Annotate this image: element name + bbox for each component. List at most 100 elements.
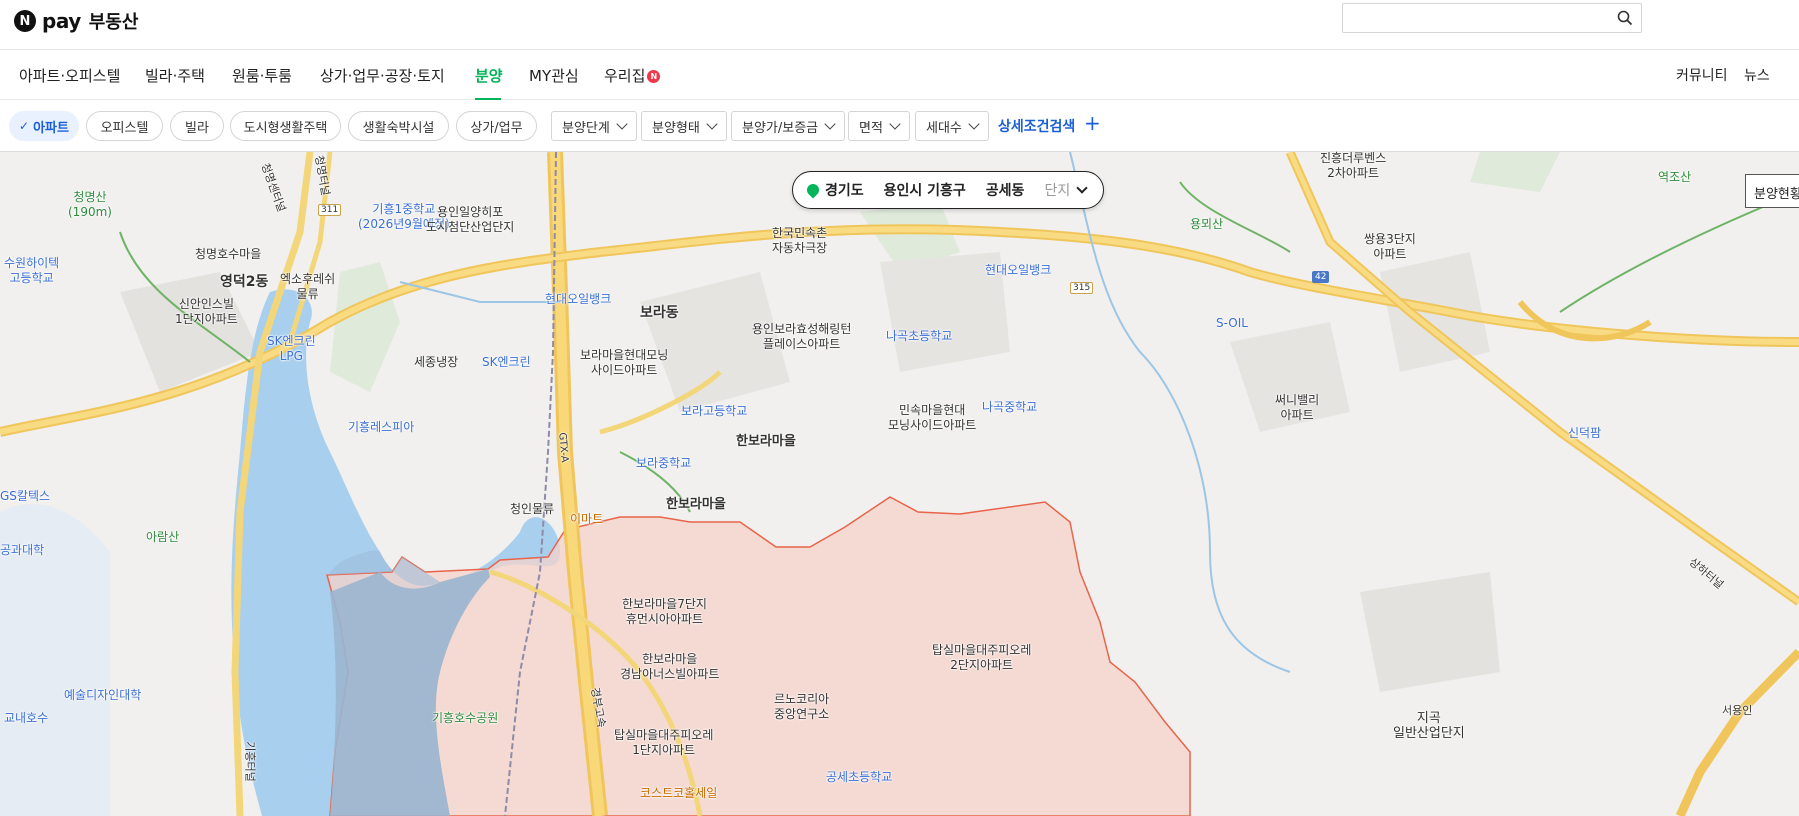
- map-label-interchange[interactable]: 서용인: [1722, 703, 1752, 718]
- chevron-down-icon: [706, 118, 718, 130]
- naver-n-icon: N: [14, 10, 36, 32]
- map-label-school[interactable]: 보라중학교: [636, 456, 691, 471]
- map-label-apartment[interactable]: 쌍용3단지 아파트: [1364, 232, 1416, 262]
- map-label-apartment[interactable]: 민속마을현대 모닝사이드아파트: [888, 403, 976, 433]
- map-label-apartment[interactable]: 써니밸리 아파트: [1275, 393, 1319, 423]
- map-label-school[interactable]: 예술디자인대학: [64, 688, 141, 703]
- nav-item-my-interest[interactable]: MY관심: [529, 65, 579, 86]
- location-dong[interactable]: 공세동: [986, 180, 1025, 200]
- map-label-village[interactable]: 한보라마을: [666, 497, 726, 512]
- main-nav: 아파트·오피스텔 빌라·주택 원룸·투룸 상가·업무·공장·토지 분양 MY관심…: [0, 50, 1799, 101]
- map-label-farm[interactable]: 신덕팜: [1568, 426, 1601, 441]
- dropdown-price[interactable]: 분양가/보증금: [731, 111, 846, 141]
- map-label-apartment[interactable]: 보라마을현대모닝 사이드아파트: [580, 348, 668, 378]
- map-label-peak[interactable]: 역조산: [1658, 170, 1691, 185]
- map-label-research[interactable]: 르노코리아 중앙연구소: [774, 692, 829, 722]
- map-label-apartment[interactable]: 한보라마을7단지 휴먼시아아파트: [622, 597, 707, 627]
- map-label-mart[interactable]: 코스트코홀세일: [640, 786, 717, 801]
- map-label-gas-station[interactable]: 현대오일뱅크: [545, 292, 611, 307]
- map-label-district[interactable]: 보라동: [640, 306, 679, 321]
- dropdown-stage[interactable]: 분양단계: [551, 111, 637, 141]
- presale-status-button[interactable]: 분양현황: [1745, 174, 1799, 208]
- location-pin-icon: [804, 181, 822, 199]
- map-label-peak[interactable]: 용뫼산: [1190, 217, 1223, 232]
- search-icon[interactable]: [1617, 10, 1633, 26]
- map-label-theater[interactable]: 한국민속촌 자동차극장: [772, 226, 827, 256]
- map-label-business[interactable]: 엑소후레쉬 물류: [280, 272, 335, 302]
- check-icon: ✓: [19, 119, 30, 133]
- map-label-tunnel: 기흥터널: [243, 741, 257, 782]
- nav-item-presale[interactable]: 분양: [475, 65, 503, 86]
- map-label-school[interactable]: 나곡중학교: [982, 400, 1037, 415]
- chip-villa[interactable]: 빌라: [170, 111, 224, 141]
- map-label-school[interactable]: 나곡초등학교: [886, 329, 952, 344]
- map-label-apartment[interactable]: 탑실마을대주피오레 2단지아파트: [932, 643, 1031, 673]
- logo-pay-text: pay: [42, 9, 81, 33]
- chip-apartment-label: 아파트: [33, 120, 69, 136]
- map-label-apartment[interactable]: 탑실마을대주피오레 1단지아파트: [614, 728, 713, 758]
- map-label-apartment[interactable]: 청명호수마을: [195, 247, 261, 262]
- location-province[interactable]: 경기도: [825, 180, 864, 200]
- map-label-business[interactable]: 세종냉장: [414, 355, 458, 370]
- map-canvas[interactable]: [0, 152, 1799, 816]
- plus-icon[interactable]: +: [1084, 111, 1101, 135]
- map-label-apartment[interactable]: 한보라마을 경남아너스빌아파트: [620, 652, 719, 682]
- map-label-industrial[interactable]: 용인일양히포 도시첨단산업단지: [426, 205, 514, 235]
- chip-residence[interactable]: 생활숙박시설: [348, 111, 449, 141]
- map-label-school[interactable]: 수원하이텍 고등학교: [4, 256, 59, 286]
- naver-pay-realestate-logo[interactable]: N pay 부동산: [14, 8, 138, 34]
- map-label-gas-station[interactable]: SK엔크린: [482, 355, 531, 370]
- nav-item-my-home[interactable]: 우리집 N: [604, 65, 661, 86]
- location-city[interactable]: 용인시 기흥구: [884, 180, 966, 200]
- map-label-industrial[interactable]: 지곡 일반산업단지: [1393, 711, 1465, 741]
- chevron-down-icon: [968, 118, 980, 130]
- map-label-apartment[interactable]: 진흥더루벤스 2차아파트: [1320, 151, 1386, 181]
- search-input[interactable]: [1342, 3, 1642, 33]
- map-label-gas-station[interactable]: 현대오일뱅크: [985, 263, 1051, 278]
- dropdown-price-label: 분양가/보증금: [742, 120, 819, 136]
- dropdown-households-label: 세대수: [926, 120, 962, 136]
- map-label-peak[interactable]: 청명산 (190m): [68, 190, 112, 220]
- road-number-badge: 42: [1312, 271, 1330, 283]
- map-label-park[interactable]: 기흥호수공원: [432, 711, 498, 726]
- map-label-gas-station[interactable]: GS칼텍스: [0, 489, 50, 504]
- map-label-mart[interactable]: 이마트: [570, 512, 603, 527]
- map-label-school[interactable]: 공과대학: [0, 543, 44, 558]
- nav-community[interactable]: 커뮤니티: [1676, 65, 1728, 85]
- advanced-search-link[interactable]: 상세조건검색: [998, 116, 1075, 136]
- map-label-lake[interactable]: 교내호수: [4, 711, 48, 726]
- chip-urban-housing[interactable]: 도시형생활주택: [230, 111, 341, 141]
- map-label-peak[interactable]: 아람산: [146, 530, 179, 545]
- map-label-school[interactable]: 보라고등학교: [681, 404, 747, 419]
- location-selector[interactable]: 경기도 용인시 기흥구 공세동 단지: [792, 171, 1104, 209]
- map-label-gas-station[interactable]: SK엔크린 LPG: [267, 334, 316, 364]
- chevron-down-icon: [616, 118, 628, 130]
- dropdown-households[interactable]: 세대수: [915, 111, 989, 141]
- location-complex[interactable]: 단지: [1044, 180, 1070, 200]
- map-label-business[interactable]: 청인물류: [510, 502, 554, 517]
- map-label-village[interactable]: 한보라마을: [736, 434, 796, 449]
- chevron-down-icon: [824, 118, 836, 130]
- chip-commercial[interactable]: 상가/업무: [456, 111, 537, 141]
- chip-officetel[interactable]: 오피스텔: [86, 111, 163, 141]
- chevron-down-icon: [889, 118, 901, 130]
- nav-news[interactable]: 뉴스: [1744, 65, 1770, 85]
- dropdown-type[interactable]: 분양형태: [641, 111, 727, 141]
- road-number-badge: 315: [1070, 282, 1094, 294]
- map-label-district[interactable]: 영덕2동: [220, 275, 268, 290]
- chevron-down-icon[interactable]: [1076, 182, 1088, 194]
- nav-item-my-home-label: 우리집: [604, 67, 646, 85]
- nav-item-villa-house[interactable]: 빌라·주택: [145, 65, 205, 86]
- new-badge: N: [647, 70, 661, 83]
- dropdown-area[interactable]: 면적: [848, 111, 910, 141]
- map-label-school[interactable]: 공세초등학교: [826, 770, 892, 785]
- map-label-gas-station[interactable]: S-OIL: [1216, 316, 1248, 331]
- nav-item-apartment-officetel[interactable]: 아파트·오피스텔: [19, 65, 120, 86]
- map-label-apartment[interactable]: 용인보라효성해링턴 플레이스아파트: [752, 322, 851, 352]
- map-base-layer: [0, 152, 1799, 816]
- map-label-facility[interactable]: 기흥레스피아: [348, 420, 414, 435]
- nav-item-oneroom-tworoom[interactable]: 원룸·투룸: [232, 65, 292, 86]
- nav-item-commercial-land[interactable]: 상가·업무·공장·토지: [320, 65, 445, 86]
- map-label-apartment[interactable]: 신안인스빌 1단지아파트: [175, 297, 238, 327]
- chip-apartment[interactable]: ✓ 아파트: [9, 111, 79, 141]
